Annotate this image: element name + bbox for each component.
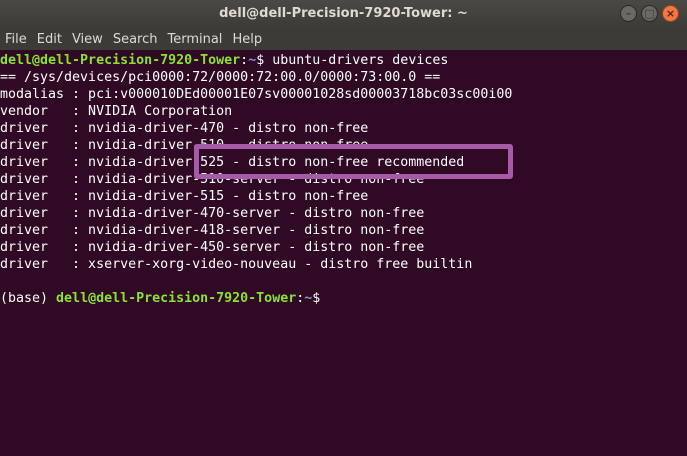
window-title: dell@dell-Precision-7920-Tower: ~ — [219, 6, 468, 21]
output-line: driver : nvidia-driver-450-server - dist… — [0, 240, 425, 255]
output-line: driver : nvidia-driver-510-server - dist… — [0, 172, 425, 187]
prompt-path: ~ — [248, 53, 257, 68]
terminal-output-area[interactable]: dell@dell-Precision-7920-Tower:~ $ ubuntu… — [0, 51, 687, 456]
prompt-line: dell@dell-Precision-7920-Tower:~$ ubuntu… — [0, 52, 687, 69]
minimize-icon[interactable]: – — [620, 5, 637, 22]
window-controls: – □ × — [620, 5, 679, 22]
prompt-separator: : — [240, 53, 249, 68]
menu-view[interactable]: View — [72, 32, 103, 47]
menu-help[interactable]: Help — [232, 32, 262, 47]
menu-file[interactable]: File — [5, 32, 27, 47]
maximize-icon[interactable]: □ — [641, 5, 658, 22]
menu-terminal[interactable]: Terminal — [167, 32, 222, 47]
prompt-line: (base) dell@dell-Precision-7920-Tower:~$ — [0, 290, 687, 307]
close-icon[interactable]: × — [662, 5, 679, 22]
output-line: vendor : NVIDIA Corporation — [0, 104, 233, 119]
terminal-window: dell@dell-Precision-7920-Tower: ~ – □ × … — [0, 0, 687, 456]
output-line: modalias : pci:v000010DEd00001E07sv00001… — [0, 87, 513, 102]
prompt-prefix: (base) — [0, 291, 57, 306]
menu-search[interactable]: Search — [113, 32, 158, 47]
prompt-symbol: $ — [312, 291, 321, 306]
output-line: driver : nvidia-driver-515 - distro non-… — [0, 189, 369, 204]
output-line: driver : nvidia-driver-470 - distro non-… — [0, 121, 369, 136]
output-line: driver : nvidia-driver-418-server - dist… — [0, 223, 425, 238]
output-line: driver : nvidia-driver-510 - distro non-… — [0, 138, 369, 153]
title-bar[interactable]: dell@dell-Precision-7920-Tower: ~ – □ × — [0, 0, 687, 28]
output-line: == /sys/devices/pci0000:72/0000:72:00.0/… — [0, 70, 441, 85]
output-line: driver : nvidia-driver-525 - distro non-… — [0, 155, 465, 170]
menu-bar: File Edit View Search Terminal Help — [0, 28, 687, 50]
prompt-user: dell@dell-Precision-7920-Tower — [56, 291, 297, 306]
output-line: driver : xserver-xorg-video-nouveau - di… — [0, 257, 473, 272]
prompt-command: ubuntu-drivers devices — [264, 53, 449, 68]
output-line: driver : nvidia-driver-470-server - dist… — [0, 206, 425, 221]
menu-edit[interactable]: Edit — [37, 32, 62, 47]
prompt-user: dell@dell-Precision-7920-Tower — [0, 53, 241, 68]
